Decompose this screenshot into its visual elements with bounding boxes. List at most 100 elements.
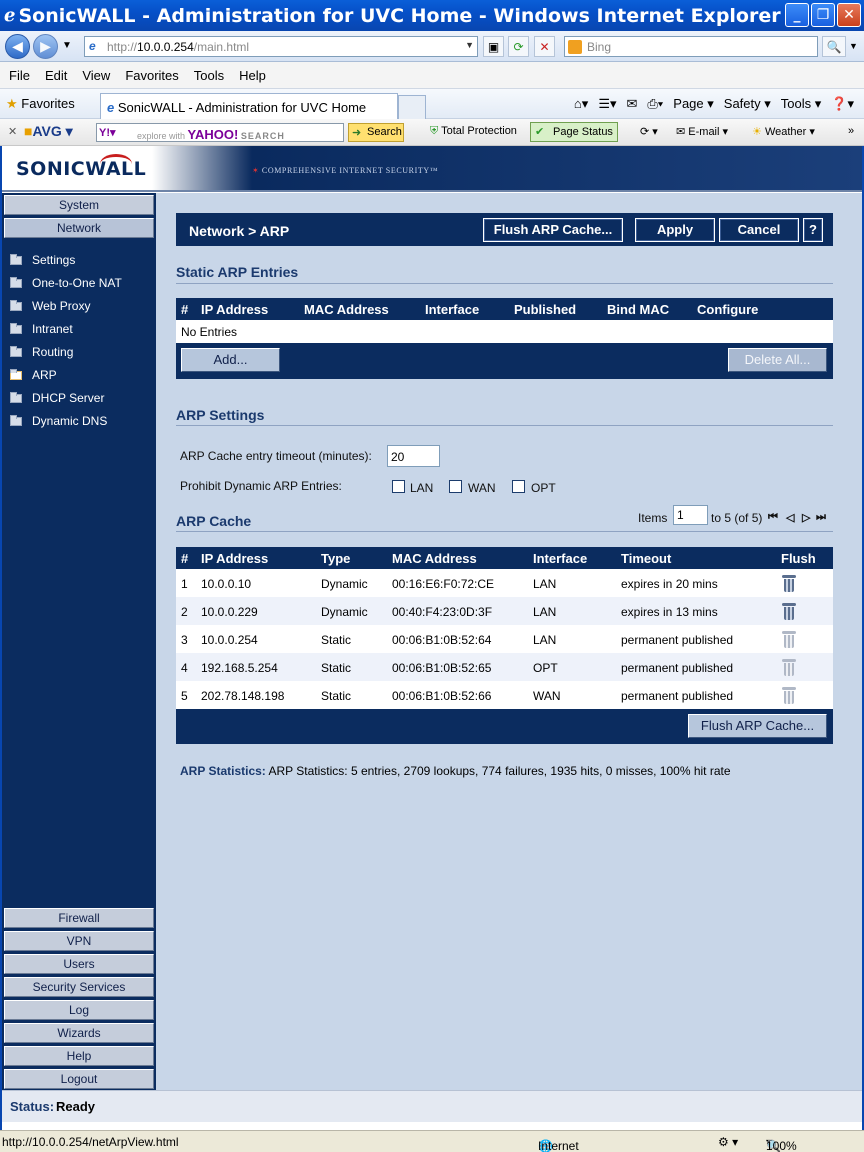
nav-ddns-label: Dynamic DNS (32, 414, 108, 428)
tab-title: SonicWALL - Administration for UVC Home (117, 100, 367, 115)
timeout-input[interactable]: 20 (387, 445, 440, 467)
trash-icon[interactable] (782, 603, 796, 620)
menu-edit[interactable]: Edit (45, 68, 67, 83)
nav-arp[interactable]: ARP (7, 366, 57, 384)
help-menu-icon[interactable]: ❓▾ (831, 96, 854, 112)
minimize-button[interactable]: _ (785, 3, 809, 27)
add-button[interactable]: Add... (181, 348, 280, 372)
menu-favorites[interactable]: Favorites (125, 68, 178, 83)
browser-tab-active[interactable]: e SonicWALL - Administration for UVC Hom… (100, 93, 398, 120)
nav-network[interactable]: Network (4, 218, 154, 238)
refresh-toolbar-icon[interactable]: ⟳ ▾ (640, 125, 658, 138)
window-title: SonicWALL - Administration for UVC Home … (18, 4, 781, 27)
yahoo-search-input[interactable]: Y!▾ explore with YAHOO! SEARCH (96, 123, 344, 142)
col-timeout: Timeout (621, 551, 672, 566)
total-protection-button[interactable]: ⛨ Total Protection (430, 125, 517, 138)
print-icon[interactable]: ⎙▾ (647, 96, 663, 112)
next-page-icon[interactable]: ▷ (802, 511, 810, 524)
first-page-icon[interactable]: ⏮ (768, 511, 778, 524)
zoom-control[interactable]: 🔍 100% ▾ (766, 1135, 797, 1152)
search-options-icon[interactable]: ▼ (849, 41, 858, 51)
email-button[interactable]: ✉ E-mail ▾ (676, 125, 728, 138)
delete-all-button[interactable]: Delete All... (728, 348, 827, 372)
nav-nat-label: One-to-One NAT (32, 276, 122, 290)
new-tab-button[interactable] (398, 95, 426, 120)
restore-button[interactable]: ❐ (811, 3, 835, 27)
cell-interface: WAN (533, 689, 561, 703)
nav-dhcp-server[interactable]: DHCP Server (10, 389, 104, 407)
lan-checkbox[interactable] (392, 480, 405, 493)
static-arp-title: Static ARP Entries (176, 264, 299, 280)
items-input[interactable]: 1 (673, 505, 708, 525)
close-button[interactable]: ✕ (837, 3, 861, 27)
nav-vpn[interactable]: VPN (4, 931, 154, 951)
favorites-button[interactable]: ★ Favorites (6, 96, 75, 112)
cell-number: 3 (181, 633, 188, 647)
bing-icon (568, 40, 582, 54)
ie-logo-icon: ℯ (4, 5, 16, 26)
wan-checkbox[interactable] (449, 480, 462, 493)
safety-menu[interactable]: Safety ▾ (724, 96, 771, 112)
nav-log[interactable]: Log (4, 1000, 154, 1020)
address-dropdown-icon[interactable]: ▼ (465, 40, 474, 50)
flush-arp-cache-bottom-button[interactable]: Flush ARP Cache... (688, 714, 827, 738)
nav-routing[interactable]: Routing (10, 343, 73, 361)
nav-system[interactable]: System (4, 195, 154, 215)
compatibility-icon[interactable]: ▣ (483, 36, 504, 57)
col-mac-address: MAC Address (392, 551, 477, 566)
nav-one-to-one-nat[interactable]: One-to-One NAT (10, 274, 122, 292)
last-page-icon[interactable]: ⏭ (816, 511, 826, 524)
nav-dynamic-dns[interactable]: Dynamic DNS (10, 412, 107, 430)
nav-security-services[interactable]: Security Services (4, 977, 154, 997)
nav-settings[interactable]: Settings (10, 251, 75, 269)
nav-intranet-label: Intranet (32, 322, 73, 336)
weather-label: Weather ▾ (764, 126, 815, 138)
trash-icon[interactable] (782, 575, 796, 592)
cancel-button[interactable]: Cancel (719, 218, 799, 242)
status-label: Status: (10, 1099, 55, 1114)
toolbar-close-icon[interactable]: ✕ (8, 125, 17, 138)
stop-icon[interactable]: ✕ (534, 36, 555, 57)
page-menu[interactable]: Page ▾ (673, 96, 714, 112)
menu-tools[interactable]: Tools (194, 68, 224, 83)
flush-arp-cache-button[interactable]: Flush ARP Cache... (483, 218, 623, 242)
feeds-icon[interactable]: ☰▾ (598, 96, 616, 112)
opt-checkbox[interactable] (512, 480, 525, 493)
nav-firewall[interactable]: Firewall (4, 908, 154, 928)
refresh-icon[interactable]: ⟳ (508, 36, 529, 57)
tools-menu[interactable]: Tools ▾ (781, 96, 822, 112)
nav-wizards[interactable]: Wizards (4, 1023, 154, 1043)
forward-button[interactable]: ▶ (33, 34, 58, 59)
nav-users[interactable]: Users (4, 954, 154, 974)
toolbar-search-button[interactable]: ➜ Search (348, 123, 404, 142)
page-status-button[interactable]: ✔ Page Status (530, 122, 618, 142)
nav-logout[interactable]: Logout (4, 1069, 154, 1089)
app-banner: SONICWALL ✶ COMPREHENSIVE INTERNET SECUR… (2, 146, 862, 192)
protected-mode-icon[interactable]: ⚙ ▾ (718, 1135, 738, 1149)
cell-ip: 202.78.148.198 (201, 689, 285, 703)
search-go-icon[interactable]: 🔍 (822, 36, 846, 57)
apply-button[interactable]: Apply (635, 218, 715, 242)
col-ip-address: IP Address (201, 302, 269, 317)
search-input[interactable]: Bing (564, 36, 818, 57)
nav-web-proxy[interactable]: Web Proxy (10, 297, 90, 315)
col-mac-address: MAC Address (304, 302, 389, 317)
prev-page-icon[interactable]: ◁ (786, 511, 794, 524)
weather-button[interactable]: ☀ Weather ▾ (752, 125, 815, 138)
history-dropdown-icon[interactable]: ▼ (62, 40, 72, 51)
nav-intranet[interactable]: Intranet (10, 320, 73, 338)
toolbar-overflow-icon[interactable]: » (848, 125, 854, 137)
menu-view[interactable]: View (82, 68, 110, 83)
nav-help[interactable]: Help (4, 1046, 154, 1066)
menu-file[interactable]: File (9, 68, 30, 83)
menu-help[interactable]: Help (239, 68, 266, 83)
command-bar: ⌂▾ ☰▾ ✉ ⎙▾ Page ▾ Safety ▾ Tools ▾ ❓▾ (574, 96, 854, 112)
back-button[interactable]: ◀ (5, 34, 30, 59)
static-arp-body: No Entries (176, 320, 833, 343)
mail-icon[interactable]: ✉ (627, 96, 638, 112)
address-input[interactable]: e http://10.0.0.254/main.html ▼ (84, 36, 478, 57)
home-icon[interactable]: ⌂▾ (574, 96, 588, 112)
help-button[interactable]: ? (803, 218, 823, 242)
avg-logo[interactable]: ■AVG ▾ (24, 123, 73, 140)
nav-web-proxy-label: Web Proxy (32, 299, 91, 313)
